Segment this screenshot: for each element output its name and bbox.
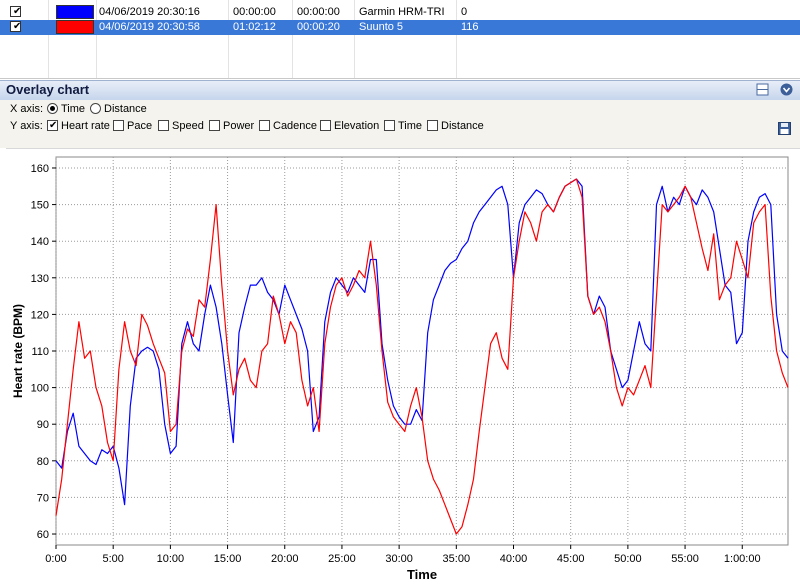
- xaxis-option-distance[interactable]: Distance: [90, 103, 147, 115]
- y-tick-label: 160: [31, 163, 49, 175]
- check-icon: ✔: [13, 6, 22, 17]
- yaxis-option-label: Time: [398, 120, 423, 132]
- x-tick-label: 25:00: [328, 553, 356, 565]
- yaxis-power[interactable]: Power: [209, 120, 254, 132]
- x-tick-label: 15:00: [214, 553, 242, 565]
- checkbox[interactable]: [384, 120, 395, 131]
- activity-row-1[interactable]: ✔ 04/06/2019 20:30:58 01:02:12 00:00:20 …: [0, 20, 800, 35]
- save-icon[interactable]: [778, 122, 791, 135]
- x-axis-label: Time: [407, 567, 437, 582]
- checkbox-checked[interactable]: ✔: [47, 120, 58, 131]
- x-tick-label: 35:00: [443, 553, 471, 565]
- activity-start-time: 04/06/2019 20:30:58: [99, 21, 200, 33]
- series-color-swatch[interactable]: [56, 20, 94, 34]
- x-tick-label: 50:00: [614, 553, 642, 565]
- x-tick-label: 1:00:00: [724, 553, 761, 565]
- yaxis-heart-rate[interactable]: ✔ Heart rate: [47, 120, 110, 132]
- y-tick-label: 130: [31, 273, 49, 285]
- activity-device: Garmin HRM-TRI: [359, 6, 445, 18]
- x-tick-label: 10:00: [157, 553, 185, 565]
- checkbox[interactable]: [209, 120, 220, 131]
- heart-rate-chart: 60 70 80 90 100 110 120 130 140 150 160 0:00 5:00 10:…: [11, 156, 789, 582]
- activity-value: 0: [461, 6, 468, 18]
- xaxis-option-label: Time: [61, 103, 86, 115]
- y-tick-label: 150: [31, 200, 49, 212]
- y-tick-label: 120: [31, 309, 49, 321]
- chart-grid: [55, 156, 789, 546]
- xaxis-option-time[interactable]: Time: [47, 103, 85, 115]
- series-color-swatch[interactable]: [56, 5, 94, 19]
- x-tick-label: 20:00: [271, 553, 299, 565]
- activity-offset: 00:00:20: [297, 21, 340, 33]
- y-tick-label: 100: [31, 383, 49, 395]
- yaxis-cadence[interactable]: Cadence: [259, 120, 317, 132]
- x-tick-label: 30:00: [385, 553, 413, 565]
- checkbox[interactable]: [113, 120, 124, 131]
- activity-offset: 00:00:00: [297, 6, 340, 18]
- activity-row-checkbox[interactable]: ✔: [10, 6, 21, 17]
- radio-unselected[interactable]: [90, 103, 101, 114]
- chart-options: X axis: Time Distance Y axis: ✔ Heart rat…: [0, 100, 800, 148]
- yaxis-time[interactable]: Time: [384, 120, 422, 132]
- check-icon: ✔: [49, 120, 58, 131]
- checkbox[interactable]: [427, 120, 438, 131]
- checkbox[interactable]: [158, 120, 169, 131]
- x-tick-label: 45:00: [557, 553, 585, 565]
- radio-selected[interactable]: [47, 103, 58, 114]
- yaxis-option-label: Elevation: [334, 120, 380, 132]
- y-tick-label: 140: [31, 236, 49, 248]
- activity-row-0[interactable]: ✔ 04/06/2019 20:30:16 00:00:00 00:00:00 …: [0, 5, 800, 20]
- layout-icon[interactable]: [756, 83, 769, 96]
- yaxis-option-label: Speed: [172, 120, 204, 132]
- yaxis-elevation[interactable]: Elevation: [320, 120, 379, 132]
- activity-device: Suunto 5: [359, 21, 404, 33]
- checkbox[interactable]: [320, 120, 331, 131]
- yaxis-distance[interactable]: Distance: [427, 120, 484, 132]
- x-tick-label: 5:00: [102, 553, 123, 565]
- yaxis-option-label: Pace: [127, 120, 153, 132]
- x-tick-label: 40:00: [500, 553, 528, 565]
- y-tick-label: 110: [31, 346, 49, 358]
- x-tick-label: 55:00: [671, 553, 699, 565]
- activity-row-checkbox[interactable]: ✔: [10, 21, 21, 32]
- yaxis-pace[interactable]: Pace: [113, 120, 152, 132]
- yaxis-option-label: Distance: [441, 120, 484, 132]
- x-tick-label: 0:00: [45, 553, 66, 565]
- yaxis-option-label: Cadence: [273, 120, 318, 132]
- yaxis-option-label: Heart rate: [61, 120, 110, 132]
- y-tick-label: 70: [37, 492, 49, 504]
- xaxis-label: X axis:: [10, 103, 44, 115]
- y-tick-label: 80: [37, 456, 49, 468]
- yaxis-option-label: Power: [223, 120, 255, 132]
- y-axis-label: Heart rate (BPM): [11, 304, 25, 398]
- yaxis-speed[interactable]: Speed: [158, 120, 204, 132]
- xaxis-option-label: Distance: [104, 103, 147, 115]
- checkbox[interactable]: [259, 120, 270, 131]
- activity-duration: 01:02:12: [233, 21, 276, 33]
- activity-duration: 00:00:00: [233, 6, 276, 18]
- y-tick-label: 60: [37, 529, 49, 541]
- activity-start-time: 04/06/2019 20:30:16: [99, 6, 200, 18]
- overlay-chart-header: Overlay chart: [0, 80, 800, 101]
- activity-value: 116: [461, 21, 479, 33]
- y-tick-label: 90: [37, 419, 49, 431]
- yaxis-label: Y axis:: [10, 120, 43, 132]
- overlay-chart: 60 70 80 90 100 110 120 130 140 150 160 0:00 5:00 10:…: [6, 148, 800, 582]
- check-icon: ✔: [13, 21, 22, 32]
- panel-title: Overlay chart: [6, 82, 90, 97]
- chevron-down-circle-icon[interactable]: [780, 83, 793, 96]
- activity-list: ✔ 04/06/2019 20:30:16 00:00:00 00:00:00 …: [0, 0, 800, 79]
